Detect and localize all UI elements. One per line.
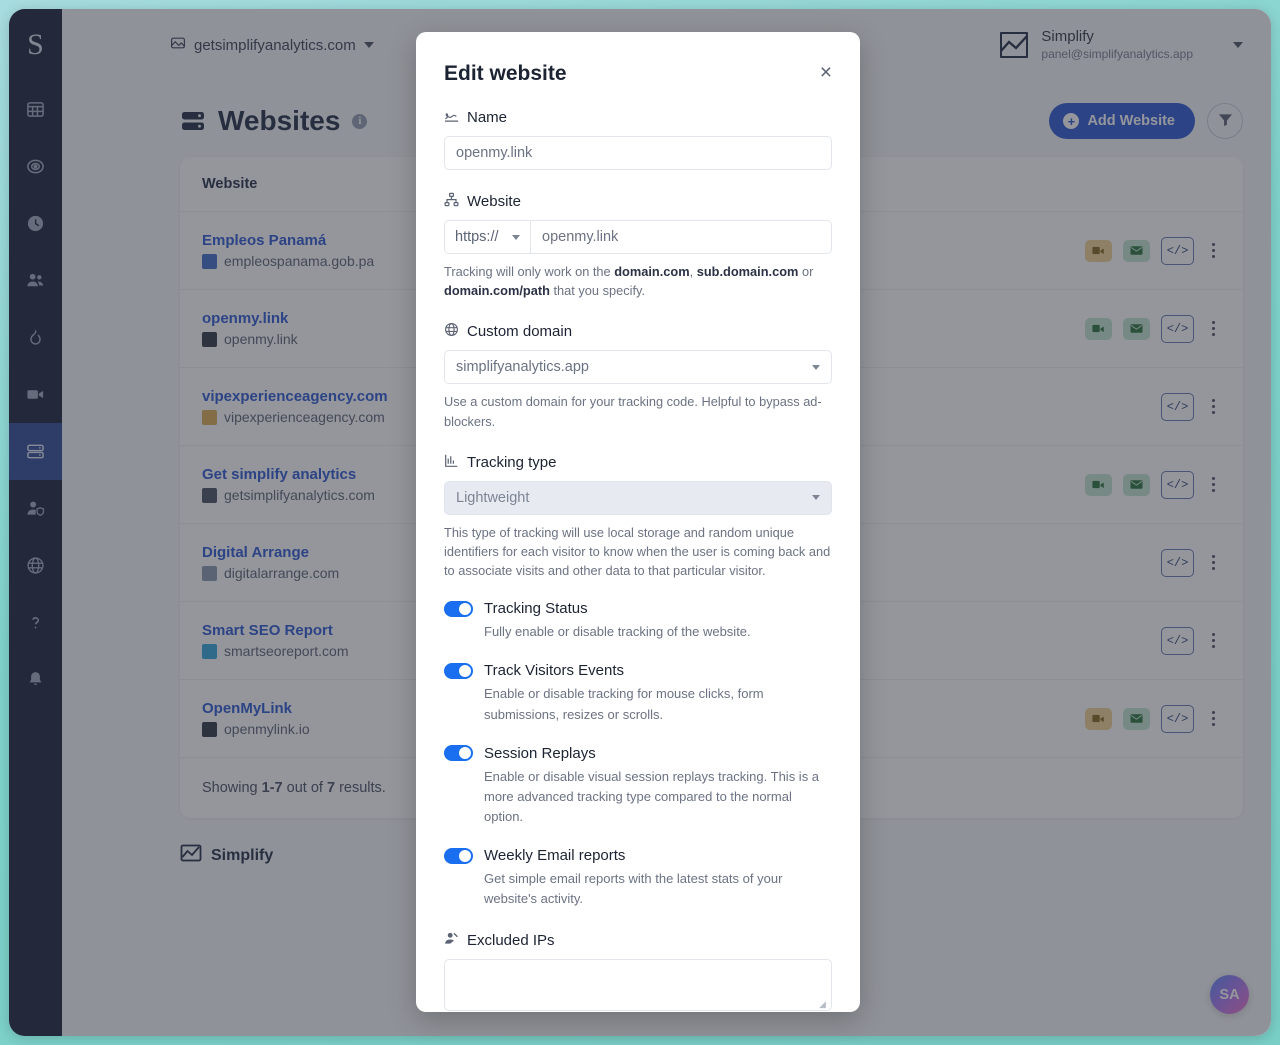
- edit-website-modal: Edit website × Name openmy.link Website …: [416, 32, 860, 1012]
- custom-domain-value: simplifyanalytics.app: [456, 359, 589, 376]
- modal-header: Edit website ×: [444, 62, 832, 86]
- toggle-line: Track Visitors Events: [444, 662, 832, 679]
- chevron-down-icon: [812, 364, 820, 370]
- toggle-title: Weekly Email reports: [484, 847, 626, 865]
- website-hint-3: or: [798, 264, 814, 279]
- toggle-line: Weekly Email reports: [444, 847, 832, 864]
- field-name-label-text: Name: [467, 109, 508, 126]
- protocol-select[interactable]: https://: [445, 221, 531, 253]
- field-custom-domain-label-text: Custom domain: [467, 323, 573, 341]
- globe-icon: [444, 322, 459, 341]
- tracking-type-select[interactable]: Lightweight: [444, 480, 832, 515]
- website-hint-b3: domain.com/path: [444, 283, 550, 299]
- website-hint-b1: domain.com: [614, 264, 690, 279]
- field-name-label: Name: [444, 108, 832, 127]
- toggle-title: Session Replays: [484, 744, 596, 762]
- user-slash-icon: [444, 931, 459, 950]
- field-custom-domain-label: Custom domain: [444, 322, 832, 341]
- website-hint-b2: sub.domain.com: [696, 264, 799, 279]
- field-website: Website https:// openmy.link Tracking wi…: [444, 192, 832, 300]
- toggle-title: Track Visitors Events: [484, 662, 625, 680]
- toggle-switch[interactable]: [444, 662, 473, 679]
- protocol-value: https://: [455, 229, 499, 245]
- modal-title: Edit website: [444, 62, 567, 85]
- field-website-label: Website: [444, 192, 832, 211]
- custom-domain-hint: Use a custom domain for your tracking co…: [444, 394, 822, 429]
- toggle-setting: Track Visitors Events Enable or disable t…: [444, 662, 832, 724]
- field-excluded-ips-label-text: Excluded IPs: [467, 932, 555, 950]
- field-tracking-type: Tracking type Lightweight This type of t…: [444, 453, 832, 581]
- toggle-title: Tracking Status: [484, 600, 588, 618]
- screen: S: [0, 0, 1280, 1045]
- field-excluded-ips: Excluded IPs ◢ Exclude IPs from being tr…: [444, 931, 832, 1012]
- website-input-group: https:// openmy.link: [444, 220, 832, 254]
- toggle-description: Enable or disable visual session replays…: [484, 768, 820, 825]
- field-custom-domain: Custom domain simplifyanalytics.app Use …: [444, 322, 832, 430]
- website-hint-1: Tracking will only work on the: [444, 264, 615, 279]
- toggle-line: Session Replays: [444, 745, 832, 762]
- toggle-switch[interactable]: [444, 745, 473, 762]
- toggle-description: Fully enable or disable tracking of the …: [484, 624, 751, 640]
- name-input[interactable]: openmy.link: [444, 136, 832, 170]
- field-tracking-type-label: Tracking type: [444, 453, 832, 472]
- website-hint-2: ,: [689, 264, 697, 279]
- toggle-description: Enable or disable tracking for mouse cli…: [484, 686, 764, 722]
- close-icon[interactable]: ×: [820, 62, 832, 83]
- signature-icon: [444, 108, 459, 127]
- website-hint: Tracking will only work on the domain.co…: [444, 262, 832, 300]
- field-excluded-ips-label: Excluded IPs: [444, 931, 832, 950]
- toggle-switch[interactable]: [444, 600, 473, 617]
- chart-icon: [444, 453, 459, 472]
- toggle-setting: Tracking Status Fully enable or disable t…: [444, 600, 832, 642]
- toggle-description: Get simple email reports with the latest…: [484, 871, 783, 907]
- custom-domain-select[interactable]: simplifyanalytics.app: [444, 350, 832, 385]
- website-hint-4: that you specify.: [549, 283, 646, 299]
- field-website-label-text: Website: [467, 193, 521, 210]
- toggle-switch[interactable]: [444, 847, 473, 864]
- tracking-type-value: Lightweight: [456, 489, 530, 506]
- toggle-setting: Weekly Email reports Get simple email rep…: [444, 847, 832, 909]
- toggle-setting: Session Replays Enable or disable visual …: [444, 745, 832, 827]
- field-name: Name openmy.link: [444, 108, 832, 170]
- chevron-down-icon: [812, 495, 820, 501]
- website-url-input[interactable]: openmy.link: [531, 221, 831, 253]
- tracking-type-hint: This type of tracking will use local sto…: [444, 524, 831, 579]
- field-tracking-type-label-text: Tracking type: [467, 453, 557, 471]
- excluded-ips-textarea[interactable]: ◢: [444, 959, 832, 1012]
- toggle-list: Tracking Status Fully enable or disable t…: [444, 600, 832, 909]
- resize-handle-icon[interactable]: ◢: [819, 999, 828, 1009]
- sitemap-icon: [444, 192, 459, 211]
- toggle-line: Tracking Status: [444, 600, 832, 617]
- chevron-down-icon: [512, 234, 520, 240]
